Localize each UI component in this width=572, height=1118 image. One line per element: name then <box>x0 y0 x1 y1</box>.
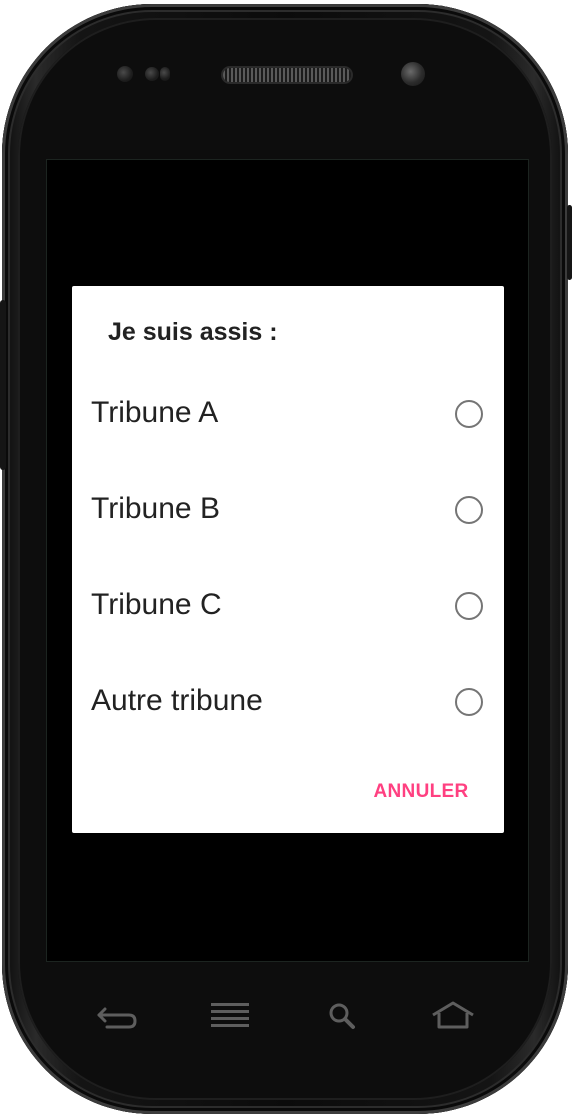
option-label: Tribune A <box>91 396 219 429</box>
option-label: Tribune B <box>91 492 220 525</box>
light-sensor-2 <box>160 67 170 81</box>
option-tribune-a[interactable]: Tribune A <box>72 368 504 464</box>
light-sensor <box>145 67 159 81</box>
cancel-button[interactable]: ANNULER <box>364 776 478 808</box>
search-icon <box>311 995 371 1039</box>
search-key[interactable] <box>311 995 371 1039</box>
option-tribune-b[interactable]: Tribune B <box>72 464 504 560</box>
option-autre-tribune[interactable]: Autre tribune <box>72 656 504 752</box>
power-button[interactable] <box>567 205 572 280</box>
radio-button[interactable] <box>455 400 483 428</box>
option-tribune-c[interactable]: Tribune C <box>72 560 504 656</box>
radio-button[interactable] <box>455 496 483 524</box>
home-icon <box>423 995 483 1039</box>
dialog-title: Je suis assis : <box>108 318 278 346</box>
option-label: Autre tribune <box>91 684 263 717</box>
menu-icon <box>200 995 260 1039</box>
proximity-sensor <box>117 66 133 82</box>
menu-key[interactable] <box>200 995 260 1039</box>
option-label: Tribune C <box>91 588 222 621</box>
back-key[interactable] <box>89 995 149 1039</box>
choice-dialog: Je suis assis : Tribune A Tribune B Trib… <box>72 286 504 833</box>
front-camera <box>401 62 425 86</box>
earpiece-speaker <box>223 68 351 82</box>
back-icon <box>89 995 149 1039</box>
radio-button[interactable] <box>455 688 483 716</box>
radio-button[interactable] <box>455 592 483 620</box>
volume-button[interactable] <box>0 300 6 470</box>
home-key[interactable] <box>423 995 483 1039</box>
